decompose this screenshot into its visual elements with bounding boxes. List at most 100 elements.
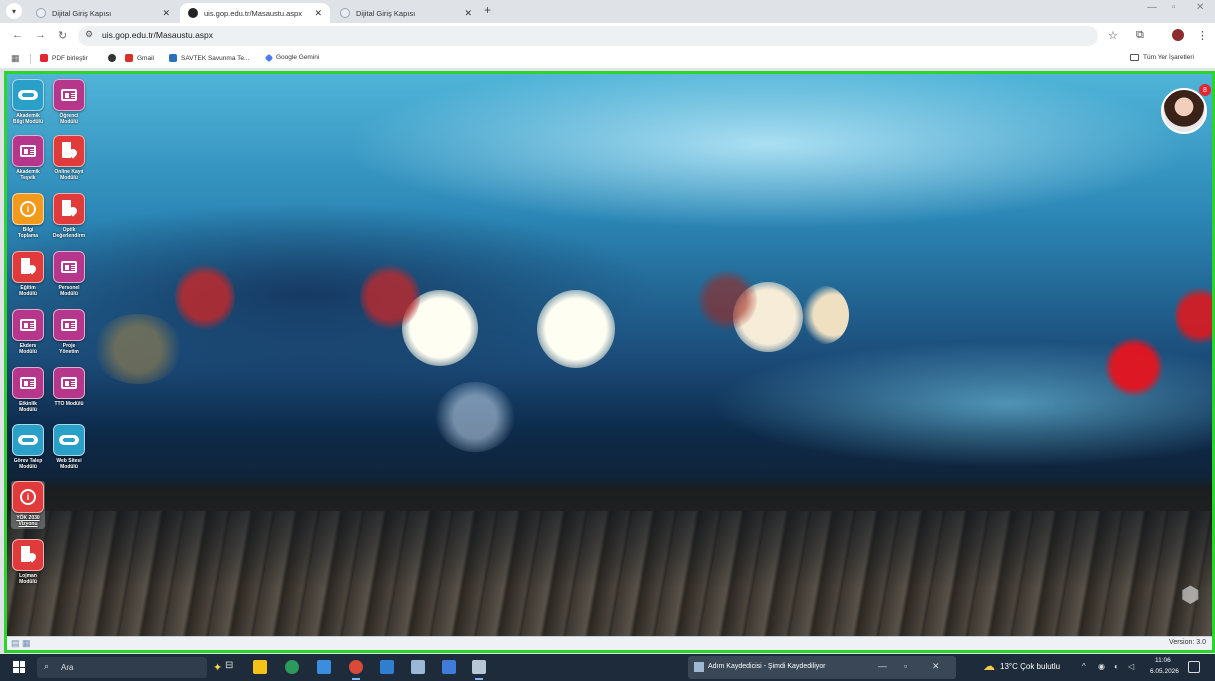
steps-recorder-window[interactable]: Adım Kaydedicisi - Şimdi Kaydediliyor — … <box>688 656 956 679</box>
user-avatar[interactable] <box>1161 88 1207 134</box>
version-label: Version: 3.0 <box>1169 639 1206 646</box>
mail-icon[interactable] <box>380 660 394 674</box>
notification-center-icon[interactable] <box>1188 661 1200 673</box>
bookmark-savtek[interactable]: SAVTEK Savunma Te... <box>169 54 249 62</box>
window-list-icon[interactable]: ▤ ▦ <box>11 638 31 649</box>
module-yok-2030[interactable]: i YÖK 2030 Vizyonu <box>11 481 45 529</box>
app-icon[interactable] <box>442 660 456 674</box>
bookmark-star-icon[interactable]: ☆ <box>1108 29 1118 42</box>
apps-grid-icon[interactable]: ▦ <box>11 53 20 64</box>
tab-search-button[interactable]: ▾ <box>6 3 22 19</box>
weather-text[interactable]: 13°C Çok bulutlu <box>1000 662 1060 671</box>
module-tto[interactable]: TTO Modülü <box>52 367 86 407</box>
module-label: Personel Modülü <box>58 285 80 297</box>
module-proje-yonetim[interactable]: Proje Yönetim <box>52 309 86 355</box>
module-web-sitesi[interactable]: Web Sitesi Modülü <box>52 424 86 470</box>
bookmark-pdf-birlestir[interactable]: PDF birleştir <box>40 54 88 62</box>
close-icon[interactable]: ✕ <box>162 8 170 19</box>
clock-date[interactable]: 6.05.2026 <box>1150 668 1179 675</box>
search-icon: ⌕ <box>44 661 50 671</box>
module-online-kayit[interactable]: Online Kayıt Modülü <box>52 135 86 181</box>
task-view-icon[interactable]: ⊟ <box>225 660 239 674</box>
module-label: TTO Modülü <box>54 401 84 407</box>
clock-time[interactable]: 11:06 <box>1155 657 1171 664</box>
close-icon[interactable]: ✕ <box>464 8 472 19</box>
network-icon[interactable]: ◉ <box>1098 662 1105 671</box>
app-icon[interactable] <box>411 660 425 674</box>
building-pin-icon <box>53 193 85 225</box>
bookmark-unnamed[interactable] <box>108 54 120 62</box>
module-label: Etkinlik Modülü <box>19 401 37 413</box>
cube-logo-icon: ⬢ <box>1180 582 1200 607</box>
tab-label: uis.gop.edu.tr/Masaustu.aspx <box>204 8 302 18</box>
gemini-icon <box>264 53 274 62</box>
store-icon[interactable] <box>317 660 331 674</box>
volume-icon[interactable]: ◐ <box>1114 662 1119 671</box>
info-pin-icon: i <box>12 193 44 225</box>
module-egitim[interactable]: Eğitim Modülü <box>11 251 45 297</box>
tab-masaustu[interactable]: uis.gop.edu.tr/Masaustu.aspx ✕ <box>180 3 330 23</box>
close-button[interactable]: ✕ <box>932 661 940 672</box>
id-card-icon <box>53 309 85 341</box>
minimize-button[interactable]: — <box>878 661 887 671</box>
tab-label: Dijital Giriş Kapısı <box>52 8 112 18</box>
reload-button[interactable]: ↻ <box>58 29 67 42</box>
all-bookmarks-button[interactable]: Tüm Yer İşaretleri <box>1130 54 1194 61</box>
edge-icon[interactable] <box>285 660 299 674</box>
close-icon[interactable]: ✕ <box>314 8 322 19</box>
new-tab-button[interactable]: + <box>484 3 491 17</box>
module-label: Proje Yönetim <box>59 343 79 355</box>
module-label: Akademik Teşvik <box>16 169 40 181</box>
module-bilgi-toplama[interactable]: i Bilgi Toplama <box>11 193 45 239</box>
tab-dijital-giris-2[interactable]: Dijital Giriş Kapısı ✕ <box>332 3 480 23</box>
gmail-icon <box>125 54 133 62</box>
module-akademik-tesvik[interactable]: Akademik Teşvik <box>11 135 45 181</box>
id-card-icon <box>12 367 44 399</box>
module-label: Eğitim Modülü <box>19 285 37 297</box>
module-ogrenci[interactable]: Öğrenci Modülü <box>52 79 86 125</box>
extensions-icon[interactable]: ⧉ <box>1136 29 1144 42</box>
speaker-icon[interactable]: ◁ <box>1128 662 1134 671</box>
window-title: Adım Kaydedicisi - Şimdi Kaydediliyor <box>708 663 826 670</box>
maximize-button[interactable]: ▫ <box>1172 2 1176 13</box>
bookmark-google-gemini[interactable]: Google Gemini <box>264 53 319 62</box>
module-lojman[interactable]: Lojman Modülü <box>11 539 45 585</box>
id-card-icon <box>53 251 85 283</box>
module-etkinlik[interactable]: Etkinlik Modülü <box>11 367 45 413</box>
module-ekders[interactable]: Ekders Modülü <box>11 309 45 355</box>
address-bar[interactable]: ⚙ uis.gop.edu.tr/Masaustu.aspx <box>78 26 1098 46</box>
recorder-icon <box>694 662 704 672</box>
module-personel[interactable]: Personel Modülü <box>52 251 86 297</box>
bookmark-label: PDF birleştir <box>52 54 88 62</box>
id-card-icon <box>12 309 44 341</box>
minimize-button[interactable]: — <box>1147 2 1157 13</box>
maximize-button[interactable]: ▫ <box>904 661 907 671</box>
copilot-sparkle-icon[interactable]: ✦ <box>213 661 222 674</box>
module-label: Akademik Bilgi Modülü <box>13 113 43 125</box>
id-card-icon <box>53 79 85 111</box>
taskbar-search-input[interactable]: ⌕ Ara ✦ <box>37 657 222 678</box>
back-button[interactable]: ← <box>12 29 23 41</box>
notification-badge[interactable]: 8 <box>1199 84 1211 96</box>
chevron-up-icon[interactable]: ^ <box>1082 662 1086 671</box>
module-optik-degerlendirme[interactable]: Optik Değerlendirm <box>52 193 86 239</box>
file-explorer-icon[interactable] <box>253 660 267 674</box>
profile-avatar-icon[interactable] <box>1172 29 1184 41</box>
site-favicon-icon <box>188 8 198 18</box>
id-card-icon <box>53 367 85 399</box>
chrome-icon[interactable] <box>349 660 363 680</box>
menu-kebab-icon[interactable]: ⋮ <box>1197 29 1208 42</box>
site-settings-icon[interactable]: ⚙ <box>85 29 93 40</box>
forward-button[interactable]: → <box>35 29 46 41</box>
module-label: Ekders Modülü <box>19 343 37 355</box>
bookmark-gmail[interactable]: Gmail <box>125 54 154 62</box>
browser-toolbar: ← → ↻ ⚙ uis.gop.edu.tr/Masaustu.aspx ☆ ⧉… <box>0 23 1215 49</box>
bookmark-label: Gmail <box>137 54 154 62</box>
steps-recorder-icon[interactable] <box>472 660 486 680</box>
module-gorev-talep[interactable]: Görev Talep Modülü <box>11 424 45 470</box>
tab-dijital-giris-1[interactable]: Dijital Giriş Kapısı ✕ <box>28 3 178 23</box>
module-akademik-bilgi[interactable]: Akademik Bilgi Modülü <box>11 79 45 125</box>
windows-start-icon[interactable] <box>13 661 25 673</box>
window-close-button[interactable]: ✕ <box>1196 2 1204 13</box>
weather-cloud-icon[interactable]: ☁ <box>983 659 995 673</box>
